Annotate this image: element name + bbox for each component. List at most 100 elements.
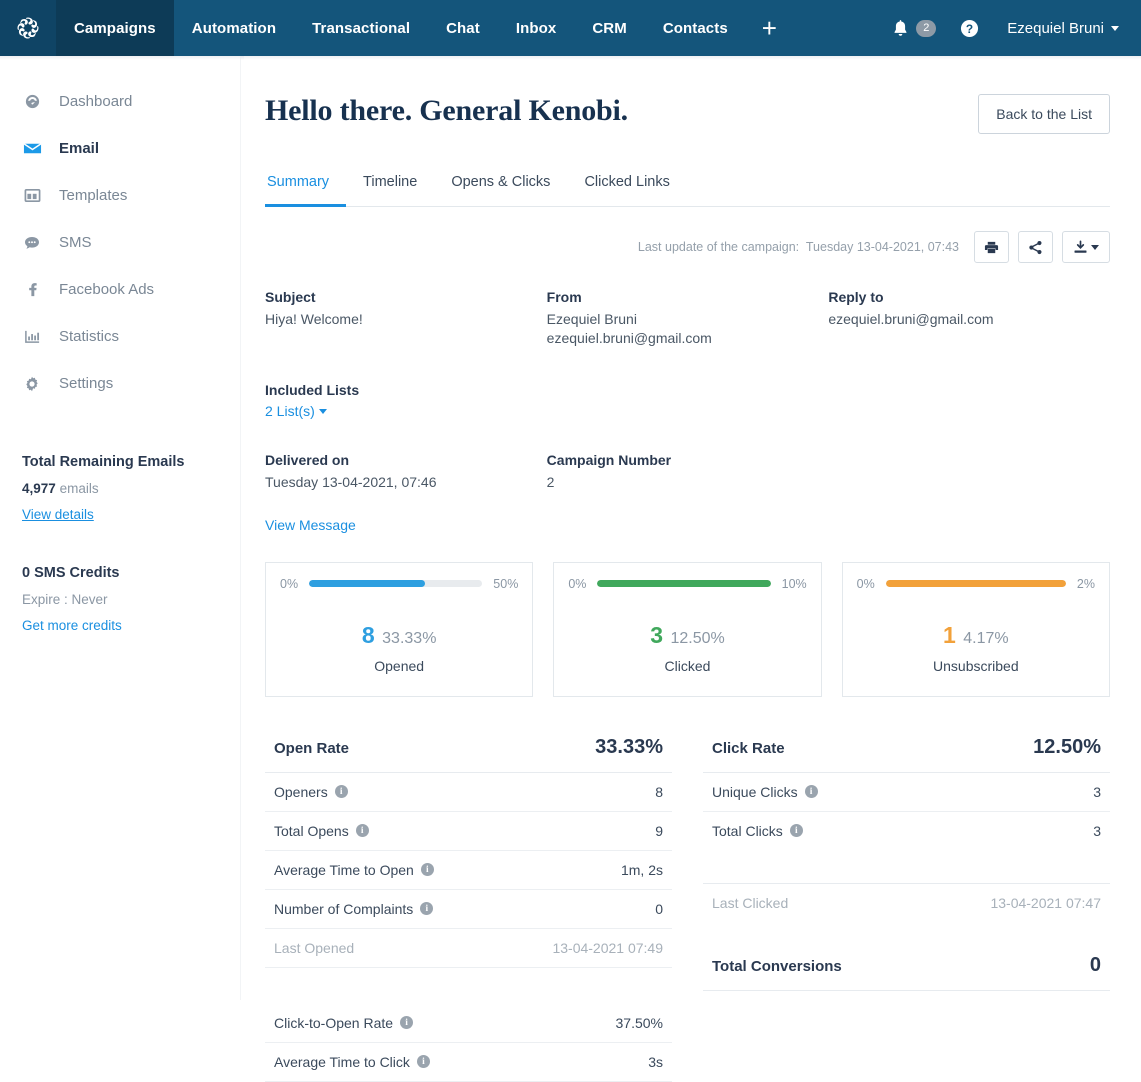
sidebar-item-facebook-ads[interactable]: Facebook Ads (0, 266, 240, 313)
info-icon[interactable]: i (334, 785, 348, 799)
stat-value-row: 3 12.50% (568, 622, 806, 649)
stat-count: 8 (361, 621, 375, 648)
table-row: Average Time to Open i 1m, 2s (265, 851, 672, 890)
open-rate-title: Open Rate (274, 739, 350, 757)
nav-item-campaigns[interactable]: Campaigns (56, 0, 174, 56)
stat-label: Clicked (664, 657, 711, 674)
total-conversions-value: 0 (1089, 953, 1101, 976)
sidebar-item-label: Settings (59, 375, 114, 392)
notifications-button[interactable]: 2 (886, 19, 942, 38)
sidebar-item-settings[interactable]: Settings (0, 360, 240, 407)
row-value: 13-04-2021 07:47 (990, 894, 1101, 911)
included-lists-label: Included Lists (265, 381, 360, 398)
back-to-list-button[interactable]: Back to the List (978, 94, 1110, 134)
sidebar-item-dashboard[interactable]: Dashboard (0, 78, 240, 125)
print-button[interactable] (974, 231, 1009, 263)
printer-icon (984, 241, 999, 253)
help-button[interactable]: ? (948, 19, 991, 38)
stat-cards: 0% 50% 8 33.33% Opened 0% 10% 3 12.50% C… (265, 561, 1110, 697)
click-rate-value: 12.50% (1033, 735, 1101, 758)
nav-item-transactional[interactable]: Transactional (294, 0, 428, 56)
download-button[interactable] (1062, 231, 1110, 263)
remaining-emails-amount: 4,977 (22, 481, 56, 496)
table-row: Number of Complaints i 0 (265, 890, 672, 929)
meta-col-empty (828, 452, 1110, 492)
row-value: 37.50% (615, 1014, 663, 1031)
row-label: Total Clicks (712, 822, 783, 839)
progress-fill (309, 580, 426, 588)
row-label: Last Opened (274, 939, 355, 956)
replyto-value: ezequiel.bruni@gmail.com (828, 311, 994, 327)
get-more-credits-link[interactable]: Get more credits (22, 618, 218, 633)
nav-label: Inbox (515, 19, 557, 37)
tab-timeline[interactable]: Timeline (346, 174, 434, 207)
included-lists-value: 2 List(s) (265, 402, 315, 419)
progress-max-label: 10% (781, 576, 807, 591)
nav-item-automation[interactable]: Automation (174, 0, 294, 56)
table-row: Last Opened 13-04-2021 07:49 (265, 929, 672, 968)
sidebar-item-email[interactable]: Email (0, 125, 240, 172)
info-icon[interactable]: i (789, 824, 803, 838)
meta-col-replyto: Reply to ezequiel.bruni@gmail.com (828, 289, 1110, 349)
nav-item-crm[interactable]: CRM (574, 0, 644, 56)
bar-chart-icon (22, 328, 42, 345)
tab-clicked-links[interactable]: Clicked Links (567, 174, 686, 207)
stat-card-clicked: 0% 10% 3 12.50% Clicked (553, 561, 822, 697)
row-label: Average Time to Open (274, 861, 414, 878)
replyto-label: Reply to (828, 289, 884, 305)
stat-count: 3 (650, 621, 664, 648)
facebook-icon (22, 281, 42, 298)
tab-label: Opens & Clicks (451, 174, 551, 190)
info-icon[interactable]: i (355, 824, 369, 838)
last-update-label: Last update of the campaign: (637, 240, 800, 254)
table-spacer (265, 968, 672, 1004)
info-icon[interactable]: i (420, 902, 434, 916)
meta-col-from: From Ezequiel Bruni ezequiel.bruni@gmail… (547, 289, 829, 349)
sidebar-item-templates[interactable]: Templates (0, 172, 240, 219)
page-title: Hello there. General Kenobi. (265, 94, 628, 127)
progress-track (885, 580, 1066, 588)
sidebar-item-sms[interactable]: SMS (0, 219, 240, 266)
row-label: Total Opens (274, 822, 349, 839)
add-new-button[interactable]: + (746, 0, 793, 56)
view-message-link[interactable]: View Message (265, 517, 356, 533)
remaining-emails-amount-row: 4,977 emails (22, 481, 218, 496)
table-row: Click-to-Open Rate i 37.50% (265, 1004, 672, 1043)
tab-opens-and-clicks[interactable]: Opens & Clicks (434, 174, 567, 207)
sidebar-item-statistics[interactable]: Statistics (0, 313, 240, 360)
user-name-label: Ezequiel Bruni (1007, 19, 1104, 37)
primary-nav-items: Campaigns Automation Transactional Chat … (56, 0, 793, 56)
stat-card-unsubscribed: 0% 2% 1 4.17% Unsubscribed (841, 561, 1110, 697)
share-button[interactable] (1018, 231, 1053, 263)
bell-icon (894, 19, 907, 36)
info-icon[interactable]: i (400, 1016, 414, 1030)
row-value: 9 (655, 822, 663, 839)
chat-bubble-icon (22, 234, 42, 252)
stat-label: Opened (374, 657, 425, 674)
open-rate-header: Open Rate 33.33% (265, 732, 672, 773)
progress-row: 0% 10% (568, 577, 806, 591)
chevron-down-icon (318, 408, 327, 414)
notification-badge: 2 (916, 19, 937, 37)
sms-credits-block: 0 SMS Credits Expire : Never Get more cr… (0, 565, 240, 633)
table-spacer (703, 922, 1110, 944)
view-details-link[interactable]: View details (22, 507, 218, 522)
app-logo[interactable] (0, 0, 56, 56)
info-icon[interactable]: i (416, 1055, 430, 1069)
stat-value-row: 1 4.17% (857, 622, 1095, 649)
row-label-wrap: Average Time to Click i (274, 1054, 430, 1070)
open-rate-value: 33.33% (595, 735, 663, 758)
tab-summary[interactable]: Summary (265, 174, 347, 207)
table-row: Unique Clicks i 3 (703, 773, 1110, 812)
nav-item-contacts[interactable]: Contacts (645, 0, 746, 56)
nav-label: Contacts (662, 19, 728, 37)
info-icon[interactable]: i (804, 785, 818, 799)
sidebar-item-label: Templates (59, 187, 128, 204)
nav-item-inbox[interactable]: Inbox (498, 0, 575, 56)
included-lists-dropdown[interactable]: 2 List(s) (265, 403, 1110, 419)
delivery-meta-grid: Delivered on Tuesday 13-04-2021, 07:46 C… (265, 452, 1110, 492)
info-icon[interactable]: i (420, 863, 434, 877)
campaign-meta-grid: Subject Hiya! Welcome! From Ezequiel Bru… (265, 289, 1110, 349)
nav-item-chat[interactable]: Chat (428, 0, 498, 56)
user-menu[interactable]: Ezequiel Bruni (997, 20, 1125, 37)
